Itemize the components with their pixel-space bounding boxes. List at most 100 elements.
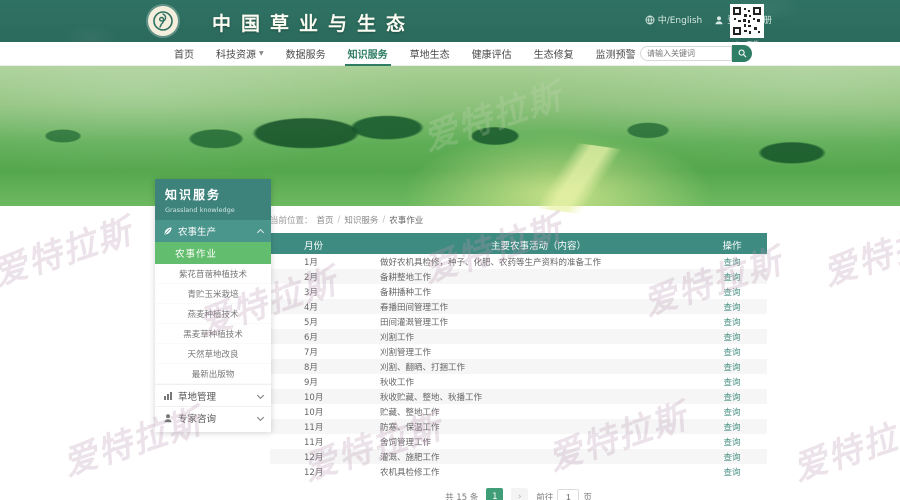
sidebar-sub-item-label: 最新出版物 bbox=[192, 368, 235, 380]
pagination: 共 15 条 1 › 前往 页 bbox=[270, 488, 767, 500]
table-row: 4月 春播田间管理工作 查询 bbox=[270, 299, 767, 314]
logo-emblem-icon bbox=[152, 10, 174, 32]
site-title: 中国草业与生态 bbox=[212, 9, 415, 36]
nav-item-label: 草地生态 bbox=[410, 46, 450, 61]
pagination-goto: 前往 页 bbox=[536, 489, 592, 500]
cell-activity: 春播田间管理工作 bbox=[380, 301, 697, 313]
column-header-activity: 主要农事活动（内容） bbox=[380, 238, 697, 252]
sidebar-item-active[interactable]: 农事作业 bbox=[155, 242, 271, 264]
sidebar: 知识服务 Grassland knowledge 农事生产 农事作业 紫花苜蓿种… bbox=[155, 179, 271, 432]
query-link[interactable]: 查询 bbox=[723, 363, 740, 373]
column-header-month: 月份 bbox=[270, 238, 380, 252]
query-link[interactable]: 查询 bbox=[723, 423, 740, 433]
sidebar-sub-item-label: 燕麦种植技术 bbox=[187, 308, 238, 320]
cell-month: 7月 bbox=[270, 346, 380, 358]
sidebar-sub-item-label: 紫花苜蓿种植技术 bbox=[179, 268, 247, 280]
sidebar-sub-item[interactable]: 燕麦种植技术 bbox=[155, 304, 271, 324]
nav-item[interactable]: 科技资源 ▼ bbox=[205, 42, 275, 66]
nav-item[interactable]: 监测预警 ▼ bbox=[585, 42, 647, 66]
sidebar-group-label: 草地管理 bbox=[178, 389, 253, 403]
chevron-down-icon bbox=[257, 414, 264, 421]
cell-activity: 防寒、保温工作 bbox=[380, 421, 697, 433]
table-row: 3月 备耕播种工作 查询 bbox=[270, 284, 767, 299]
nav-items: 首页 ▼ 科技资源 ▼ 数据服务 ▼ 知识服务 ▼ bbox=[163, 42, 709, 66]
globe-icon bbox=[645, 15, 655, 25]
cell-month: 8月 bbox=[270, 361, 380, 373]
nav-item[interactable]: 生态修复 ▼ bbox=[523, 42, 585, 66]
search-icon bbox=[738, 49, 747, 58]
user-icon bbox=[714, 15, 724, 25]
breadcrumb-separator: / bbox=[338, 215, 341, 225]
cell-activity: 舍饲管理工作 bbox=[380, 436, 697, 448]
language-switch[interactable]: 中/English bbox=[645, 13, 703, 26]
cell-activity: 农机具检修工作 bbox=[380, 466, 697, 478]
sidebar-sub-item[interactable]: 最新出版物 bbox=[155, 364, 271, 384]
search-button[interactable] bbox=[732, 45, 752, 62]
cell-month: 10月 bbox=[270, 406, 380, 418]
breadcrumb-separator: / bbox=[382, 215, 385, 225]
chevron-down-icon bbox=[257, 392, 264, 399]
nav-item[interactable]: 数据服务 ▼ bbox=[275, 42, 337, 66]
user-icon bbox=[163, 413, 173, 423]
sidebar-group-experts[interactable]: 专家咨询 bbox=[155, 406, 271, 428]
sidebar-subtitle: Grassland knowledge bbox=[165, 206, 261, 214]
table-row: 11月 防寒、保温工作 查询 bbox=[270, 419, 767, 434]
goto-page-input[interactable] bbox=[557, 489, 579, 500]
query-link[interactable]: 查询 bbox=[723, 378, 740, 388]
nav-item-label: 科技资源 bbox=[216, 46, 256, 61]
search-input[interactable] bbox=[640, 46, 732, 61]
query-link[interactable]: 查询 bbox=[723, 453, 740, 463]
query-link[interactable]: 查询 bbox=[723, 288, 740, 298]
sidebar-sub-item[interactable]: 天然草地改良 bbox=[155, 344, 271, 364]
cell-month: 4月 bbox=[270, 301, 380, 313]
table-row: 10月 贮藏、整地工作 查询 bbox=[270, 404, 767, 419]
leaf-icon bbox=[163, 226, 173, 236]
cell-month: 5月 bbox=[270, 316, 380, 328]
cell-activity: 秋收工作 bbox=[380, 376, 697, 388]
site-logo[interactable] bbox=[148, 6, 178, 36]
nav-item[interactable]: 知识服务 ▼ bbox=[337, 42, 399, 66]
goto-prefix: 前往 bbox=[536, 491, 553, 500]
cell-activity: 备耕整地工作 bbox=[380, 271, 697, 283]
nav-item-label: 健康评估 bbox=[472, 46, 512, 61]
nav-item[interactable]: 健康评估 ▼ bbox=[461, 42, 523, 66]
cell-month: 3月 bbox=[270, 286, 380, 298]
breadcrumb: 当前位置： 首页 / 知识服务 / 农事作业 bbox=[270, 214, 767, 226]
query-link[interactable]: 查询 bbox=[723, 318, 740, 328]
sidebar-sub-item[interactable]: 紫花苜蓿种植技术 bbox=[155, 264, 271, 284]
table-row: 12月 灌溉、施肥工作 查询 bbox=[270, 449, 767, 464]
qr-code-icon bbox=[732, 6, 762, 36]
sidebar-sub-item[interactable]: 青贮玉米栽培 bbox=[155, 284, 271, 304]
cell-month: 1月 bbox=[270, 256, 380, 268]
pagination-page-1[interactable]: 1 bbox=[486, 488, 503, 500]
table-row: 10月 秋收贮藏、整地、秋播工作 查询 bbox=[270, 389, 767, 404]
nav-item-label: 监测预警 bbox=[596, 46, 636, 61]
table-row: 11月 舍饲管理工作 查询 bbox=[270, 434, 767, 449]
query-link[interactable]: 查询 bbox=[723, 273, 740, 283]
nav-item-label: 数据服务 bbox=[286, 46, 326, 61]
query-link[interactable]: 查询 bbox=[723, 393, 740, 403]
query-link[interactable]: 查询 bbox=[723, 468, 740, 478]
breadcrumb-knowledge[interactable]: 知识服务 bbox=[344, 214, 378, 226]
nav-item[interactable]: 首页 ▼ bbox=[163, 42, 205, 66]
farm-activity-table: 月份 主要农事活动（内容） 操作 1月 做好农机具检修，种子、化肥、农药等生产资… bbox=[270, 233, 767, 479]
query-link[interactable]: 查询 bbox=[723, 348, 740, 358]
query-link[interactable]: 查询 bbox=[723, 258, 740, 268]
qr-code-image bbox=[730, 4, 764, 38]
pagination-next-button[interactable]: › bbox=[511, 488, 528, 500]
table-row: 6月 刈割工作 查询 bbox=[270, 329, 767, 344]
chevron-down-icon: ▼ bbox=[259, 50, 264, 57]
nav-item-label: 生态修复 bbox=[534, 46, 574, 61]
sidebar-group-management[interactable]: 草地管理 bbox=[155, 384, 271, 406]
query-link[interactable]: 查询 bbox=[723, 438, 740, 448]
sidebar-sub-item-label: 天然草地改良 bbox=[187, 348, 238, 360]
breadcrumb-home[interactable]: 首页 bbox=[317, 214, 334, 226]
cell-month: 12月 bbox=[270, 466, 380, 478]
query-link[interactable]: 查询 bbox=[723, 303, 740, 313]
query-link[interactable]: 查询 bbox=[723, 408, 740, 418]
query-link[interactable]: 查询 bbox=[723, 333, 740, 343]
nav-item[interactable]: 草地生态 ▼ bbox=[399, 42, 461, 66]
sidebar-group-farming[interactable]: 农事生产 bbox=[155, 220, 271, 242]
sidebar-sub-item-label: 黑麦草种植技术 bbox=[183, 328, 243, 340]
sidebar-sub-item[interactable]: 黑麦草种植技术 bbox=[155, 324, 271, 344]
